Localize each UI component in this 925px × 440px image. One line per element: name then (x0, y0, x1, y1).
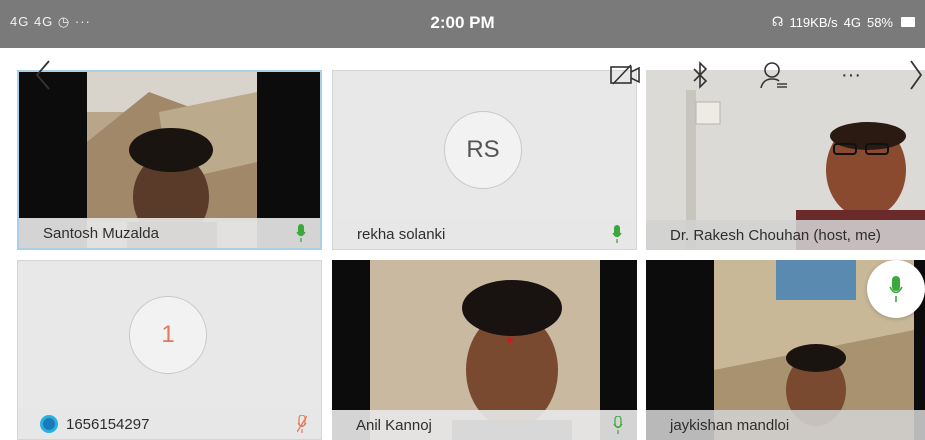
participant-tile-anil[interactable]: Anil Kannoj (332, 260, 637, 440)
avatar-initials: 1 (129, 296, 207, 374)
mic-icon (889, 276, 903, 302)
mic-toggle-button[interactable] (867, 260, 925, 318)
battery-icon (901, 17, 915, 27)
participant-name: Anil Kannoj (356, 416, 432, 434)
participant-name: rekha solanki (357, 225, 446, 243)
more-icon[interactable]: ··· (834, 55, 868, 95)
participant-name-bar: Santosh Muzalda (19, 218, 320, 248)
avatar-initials: RS (444, 111, 522, 189)
network-speed: 119KB/s (789, 14, 838, 30)
mic-on-icon (613, 416, 623, 434)
participant-name: 1656154297 (66, 415, 150, 433)
participant-name: jaykishan mandloi (670, 416, 790, 434)
video-off-icon[interactable] (608, 55, 642, 95)
participant-name-bar: Anil Kannoj (332, 410, 637, 440)
participant-name-bar: Dr. Rakesh Chouhan (host, me) (646, 220, 925, 250)
phone-app-icon (40, 415, 58, 433)
meeting-toolbar: ··· (0, 55, 925, 95)
participant-tile-santosh[interactable]: Santosh Muzalda (17, 70, 322, 250)
battery-level: 58% (866, 14, 893, 30)
mic-muted-icon (297, 415, 307, 433)
mic-on-icon (296, 224, 306, 242)
status-right: ☊ 119KB/s 4G 58% (772, 14, 915, 30)
participants-icon[interactable] (757, 55, 791, 95)
status-bar: 4G 4G ◷ ··· 2:00 PM ☊ 119KB/s 4G 58% (0, 0, 925, 48)
participant-tile-rekha[interactable]: RS rekha solanki (332, 70, 637, 250)
participant-tile-rakesh[interactable]: Dr. Rakesh Chouhan (host, me) (646, 70, 925, 250)
participant-name: Santosh Muzalda (43, 224, 159, 242)
participant-tile-phone[interactable]: 1 1656154297 (17, 260, 322, 440)
participant-name: Dr. Rakesh Chouhan (host, me) (670, 226, 881, 244)
mic-on-icon (612, 225, 622, 243)
next-chevron-icon[interactable] (905, 55, 925, 95)
participant-name-bar: rekha solanki (333, 219, 636, 249)
bluetooth-icon[interactable] (688, 55, 712, 95)
participant-name-bar: jaykishan mandloi (646, 410, 925, 440)
headphone-icon: ☊ (771, 14, 784, 29)
back-chevron-icon[interactable] (28, 55, 58, 95)
participant-name-bar: 1656154297 (18, 409, 321, 439)
signal-indicator: 4G (843, 14, 861, 30)
